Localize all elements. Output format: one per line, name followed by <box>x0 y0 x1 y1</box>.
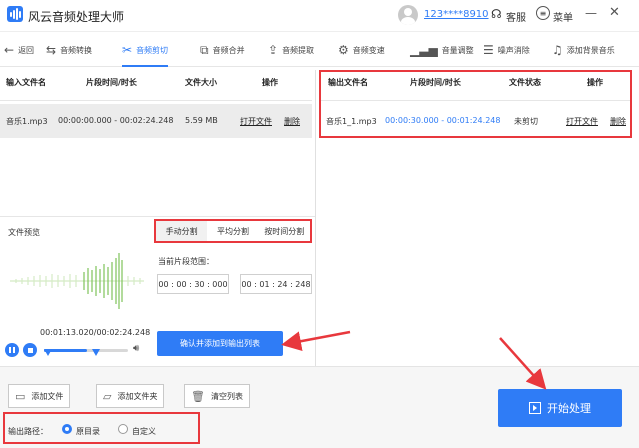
input-header-size: 文件大小 <box>185 78 217 87</box>
music-note-icon: ♫ <box>552 43 563 57</box>
close-button[interactable]: ✕ <box>609 5 620 20</box>
output-header-actions: 操作 <box>587 78 603 87</box>
app-title: 风云音频处理大师 <box>28 10 125 24</box>
input-file-range: 00:00:00.000 - 00:02:24.248 <box>58 116 174 125</box>
volume-bars-icon: ▁▃▅ <box>410 43 438 57</box>
minimize-button[interactable]: — <box>585 6 597 20</box>
segment-start-marker[interactable] <box>44 349 52 356</box>
tab-add-bgm[interactable]: ♫ 添加背景音乐 <box>552 33 615 67</box>
user-id-link[interactable]: 123****8910 <box>424 9 489 20</box>
output-header-status: 文件状态 <box>509 78 541 87</box>
tab-time-split[interactable]: 按时间分割 <box>258 221 310 241</box>
app-logo-icon <box>7 6 23 22</box>
input-delete-link[interactable]: 删除 <box>284 116 300 127</box>
radio-custom-label[interactable]: 自定义 <box>132 426 156 437</box>
clear-list-button[interactable]: 🗑︎ 清空列表 <box>184 384 250 408</box>
pause-icon[interactable] <box>5 343 19 357</box>
output-table-divider <box>321 100 630 101</box>
output-header-range: 片段时间/时长 <box>410 78 461 87</box>
input-file-size: 5.59 MB <box>185 116 218 125</box>
scissors-icon: ✂ <box>122 43 133 57</box>
output-file-range: 00:00:30.000 - 00:01:24.248 <box>385 116 501 125</box>
arrow-left-icon: ← <box>4 43 15 57</box>
customer-service-button[interactable]: 客服 <box>506 9 526 24</box>
end-time-input[interactable]: 00 : 01 : 24 : 248 <box>240 274 312 294</box>
output-path-label: 输出路径： <box>8 427 48 436</box>
range-label: 当前片段范围： <box>158 257 214 266</box>
playback-slider[interactable] <box>44 349 128 352</box>
split-mode-tabs: 手动分割 平均分割 按时间分割 <box>154 219 312 243</box>
title-bar: 风云音频处理大师 123****8910 ☊ 客服 ≡ 菜单 — ✕ <box>0 0 639 32</box>
noise-icon: ☰ <box>483 43 494 57</box>
user-avatar[interactable] <box>398 5 418 25</box>
tab-manual-split[interactable]: 手动分割 <box>156 221 208 241</box>
tab-audio-convert[interactable]: ⇆ 音频转换 <box>46 33 92 67</box>
output-open-file-link[interactable]: 打开文件 <box>566 116 598 127</box>
tab-audio-extract[interactable]: ⇪ 音频提取 <box>268 33 314 67</box>
tab-audio-cut[interactable]: ✂ 音频剪切 <box>122 33 169 67</box>
output-file-status: 未剪切 <box>514 117 538 126</box>
radio-original-dir[interactable] <box>62 424 72 434</box>
preview-divider <box>0 216 315 217</box>
input-file-name: 音乐1.mp3 <box>6 117 48 126</box>
tab-average-split[interactable]: 平均分割 <box>207 221 259 241</box>
tab-noise-removal[interactable]: ☰ 噪声消除 <box>483 33 530 67</box>
stop-icon[interactable] <box>23 343 37 357</box>
merge-icon: ⧉ <box>200 42 209 57</box>
folder-add-icon: ▱ <box>103 389 112 403</box>
arrow-to-confirm <box>281 330 351 352</box>
add-file-button[interactable]: ▭ 添加文件 <box>8 384 71 408</box>
preview-label: 文件预览 <box>8 228 40 237</box>
function-toolbar: ← 返回 ⇆ 音频转换 ✂ 音频剪切 ⧉ 音频合并 ⇪ 音频提取 ⚙ 音频变速 … <box>0 33 639 67</box>
extract-icon: ⇪ <box>268 43 279 57</box>
output-delete-link[interactable]: 删除 <box>610 116 626 127</box>
radio-custom-dir[interactable] <box>118 424 128 434</box>
start-processing-button[interactable]: 开始处理 <box>498 389 622 427</box>
add-folder-button[interactable]: ▱ 添加文件夹 <box>96 384 165 408</box>
output-header-name: 输出文件名 <box>328 78 368 87</box>
input-open-file-link[interactable]: 打开文件 <box>240 116 272 127</box>
volume-icon[interactable]: 🔊︎ <box>133 343 139 354</box>
tab-volume-adjust[interactable]: ▁▃▅ 音量调整 <box>410 33 474 67</box>
panel-divider <box>315 70 316 366</box>
radio-original-label[interactable]: 原目录 <box>76 426 100 437</box>
input-table-divider <box>0 100 312 101</box>
convert-icon: ⇆ <box>46 43 57 57</box>
segment-end-marker[interactable] <box>92 349 100 356</box>
output-file-name: 音乐1_1.mp3 <box>326 117 377 126</box>
confirm-add-button[interactable]: 确认并添加到输出列表 <box>157 331 283 356</box>
menu-icon[interactable]: ≡ <box>536 6 550 20</box>
start-time-input[interactable]: 00 : 00 : 30 : 000 <box>157 274 229 294</box>
headset-icon[interactable]: ☊ <box>491 7 502 21</box>
play-square-icon <box>529 402 541 414</box>
file-add-icon: ▭ <box>15 389 26 403</box>
trash-icon: 🗑︎ <box>191 389 205 403</box>
speed-icon: ⚙ <box>338 43 349 57</box>
waveform <box>10 253 144 309</box>
input-header-name: 输入文件名 <box>6 78 46 87</box>
input-header-actions: 操作 <box>262 78 278 87</box>
tab-audio-speed[interactable]: ⚙ 音频变速 <box>338 33 385 67</box>
playback-time: 00:01:13.020/00:02:24.248 <box>40 328 151 337</box>
input-header-range: 片段时间/时长 <box>86 78 137 87</box>
menu-button[interactable]: 菜单 <box>553 9 573 24</box>
back-button[interactable]: ← 返回 <box>4 33 34 67</box>
tab-audio-merge[interactable]: ⧉ 音频合并 <box>200 33 245 67</box>
